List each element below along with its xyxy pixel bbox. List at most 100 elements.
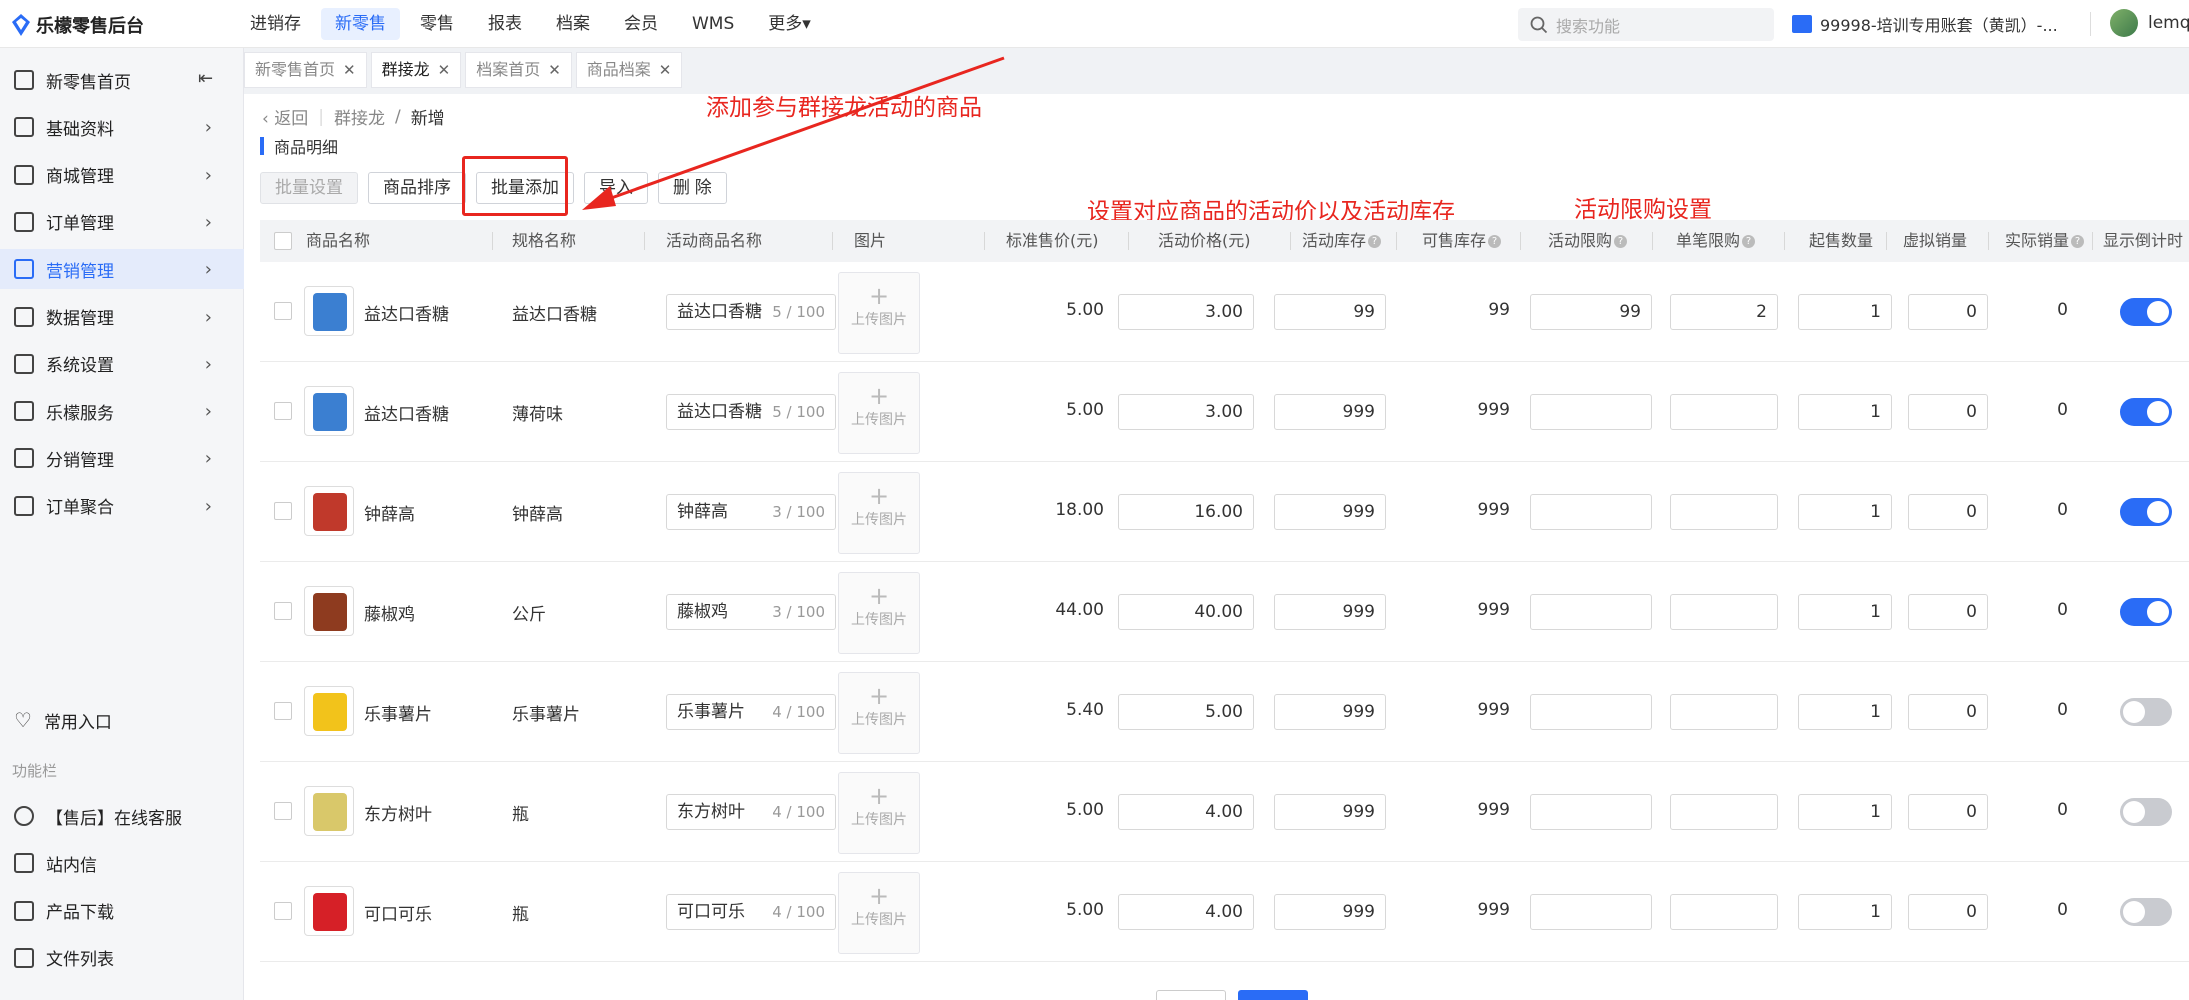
virtual-sales-input[interactable]: 0: [1908, 794, 1988, 830]
single-limit-input[interactable]: [1670, 694, 1778, 730]
activity-price-input[interactable]: 5.00: [1118, 694, 1254, 730]
activity-name-input[interactable]: 益达口香糖 5 / 100: [666, 394, 836, 430]
activity-stock-input[interactable]: 999: [1274, 594, 1386, 630]
activity-limit-input[interactable]: [1530, 394, 1652, 430]
select-all-checkbox[interactable]: [274, 232, 292, 250]
countdown-toggle[interactable]: [2120, 798, 2172, 826]
virtual-sales-input[interactable]: 0: [1908, 594, 1988, 630]
upload-image-button[interactable]: + 上传图片: [838, 272, 920, 354]
min-qty-input[interactable]: 1: [1798, 594, 1892, 630]
sidebar-item-1[interactable]: 基础资料 ›: [0, 107, 244, 147]
nav-item-2[interactable]: 零售: [406, 8, 468, 40]
help-icon[interactable]: ?: [2071, 235, 2085, 248]
sidebar-item-7[interactable]: 乐檬服务 ›: [0, 391, 244, 431]
help-icon[interactable]: ?: [1488, 235, 1502, 248]
single-limit-input[interactable]: [1670, 494, 1778, 530]
upload-image-button[interactable]: + 上传图片: [838, 872, 920, 954]
activity-name-input[interactable]: 东方树叶 4 / 100: [666, 794, 836, 830]
tab-2[interactable]: 档案首页 ✕: [465, 52, 572, 88]
row-checkbox[interactable]: [274, 402, 292, 420]
sidebar-item-6[interactable]: 系统设置 ›: [0, 344, 244, 384]
countdown-toggle[interactable]: [2120, 898, 2172, 926]
activity-name-input[interactable]: 藤椒鸡 3 / 100: [666, 594, 836, 630]
sidebar-bottom-item-3[interactable]: 文件列表: [0, 938, 244, 978]
sidebar-item-8[interactable]: 分销管理 ›: [0, 438, 244, 478]
activity-stock-input[interactable]: 999: [1274, 494, 1386, 530]
upload-image-button[interactable]: + 上传图片: [838, 672, 920, 754]
sidebar-bottom-item-0[interactable]: 【售后】在线客服: [0, 796, 244, 836]
activity-limit-input[interactable]: [1530, 694, 1652, 730]
single-limit-input[interactable]: [1670, 394, 1778, 430]
virtual-sales-input[interactable]: 0: [1908, 294, 1988, 330]
batch-set-button[interactable]: 批量设置: [260, 172, 358, 204]
single-limit-input[interactable]: [1670, 794, 1778, 830]
sort-button[interactable]: 商品排序: [368, 172, 466, 204]
upload-image-button[interactable]: + 上传图片: [838, 372, 920, 454]
help-icon[interactable]: ?: [1368, 235, 1382, 248]
min-qty-input[interactable]: 1: [1798, 894, 1892, 930]
activity-limit-input[interactable]: [1530, 494, 1652, 530]
nav-item-0[interactable]: 进销存: [236, 8, 315, 40]
help-icon[interactable]: ?: [1614, 235, 1628, 248]
countdown-toggle[interactable]: [2120, 298, 2172, 326]
collapse-sidebar-icon[interactable]: ⇤: [198, 68, 213, 89]
row-checkbox[interactable]: [274, 802, 292, 820]
sidebar-bottom-item-1[interactable]: 站内信: [0, 843, 244, 883]
upload-image-button[interactable]: + 上传图片: [838, 472, 920, 554]
min-qty-input[interactable]: 1: [1798, 694, 1892, 730]
activity-price-input[interactable]: 40.00: [1118, 594, 1254, 630]
account-switcher[interactable]: 99998-培训专用账套（黄凯）-...: [1792, 12, 2058, 36]
min-qty-input[interactable]: 1: [1798, 494, 1892, 530]
virtual-sales-input[interactable]: 0: [1908, 394, 1988, 430]
user-menu[interactable]: lemq: [2110, 9, 2189, 37]
virtual-sales-input[interactable]: 0: [1908, 894, 1988, 930]
tab-0[interactable]: 新零售首页 ✕: [244, 52, 367, 88]
sidebar-item-common-entry[interactable]: ♡ 常用入口: [0, 700, 244, 740]
breadcrumb-parent[interactable]: 群接龙: [334, 104, 385, 129]
sidebar-item-5[interactable]: 数据管理 ›: [0, 297, 244, 337]
nav-item-1[interactable]: 新零售: [321, 8, 400, 40]
upload-image-button[interactable]: + 上传图片: [838, 772, 920, 854]
min-qty-input[interactable]: 1: [1798, 294, 1892, 330]
activity-limit-input[interactable]: [1530, 894, 1652, 930]
close-icon[interactable]: ✕: [548, 52, 561, 88]
activity-limit-input[interactable]: 99: [1530, 294, 1652, 330]
close-icon[interactable]: ✕: [438, 52, 451, 88]
sidebar-bottom-item-2[interactable]: 产品下载: [0, 891, 244, 931]
activity-name-input[interactable]: 可口可乐 4 / 100: [666, 894, 836, 930]
back-link[interactable]: ‹ 返回: [262, 104, 308, 129]
row-checkbox[interactable]: [274, 902, 292, 920]
single-limit-input[interactable]: 2: [1670, 294, 1778, 330]
virtual-sales-input[interactable]: 0: [1908, 694, 1988, 730]
countdown-toggle[interactable]: [2120, 698, 2172, 726]
single-limit-input[interactable]: [1670, 594, 1778, 630]
activity-stock-input[interactable]: 999: [1274, 394, 1386, 430]
row-checkbox[interactable]: [274, 502, 292, 520]
upload-image-button[interactable]: + 上传图片: [838, 572, 920, 654]
activity-name-input[interactable]: 乐事薯片 4 / 100: [666, 694, 836, 730]
activity-price-input[interactable]: 3.00: [1118, 294, 1254, 330]
countdown-toggle[interactable]: [2120, 398, 2172, 426]
sidebar-item-9[interactable]: 订单聚合 ›: [0, 486, 244, 526]
nav-item-5[interactable]: 会员: [610, 8, 672, 40]
activity-stock-input[interactable]: 999: [1274, 894, 1386, 930]
min-qty-input[interactable]: 1: [1798, 794, 1892, 830]
activity-stock-input[interactable]: 999: [1274, 694, 1386, 730]
activity-name-input[interactable]: 钟薛高 3 / 100: [666, 494, 836, 530]
help-icon[interactable]: ?: [1742, 235, 1756, 248]
activity-price-input[interactable]: 4.00: [1118, 894, 1254, 930]
sidebar-item-2[interactable]: 商城管理 ›: [0, 155, 244, 195]
pagination-prev[interactable]: [1156, 990, 1226, 1000]
activity-limit-input[interactable]: [1530, 594, 1652, 630]
row-checkbox[interactable]: [274, 702, 292, 720]
sidebar-item-4[interactable]: 营销管理 ›: [0, 249, 244, 290]
row-checkbox[interactable]: [274, 302, 292, 320]
row-checkbox[interactable]: [274, 602, 292, 620]
activity-stock-input[interactable]: 999: [1274, 794, 1386, 830]
virtual-sales-input[interactable]: 0: [1908, 494, 1988, 530]
pagination-current[interactable]: [1238, 990, 1308, 1000]
nav-item-3[interactable]: 报表: [474, 8, 536, 40]
activity-limit-input[interactable]: [1530, 794, 1652, 830]
app-logo[interactable]: 乐檬零售后台: [12, 12, 144, 38]
activity-name-input[interactable]: 益达口香糖 5 / 100: [666, 294, 836, 330]
